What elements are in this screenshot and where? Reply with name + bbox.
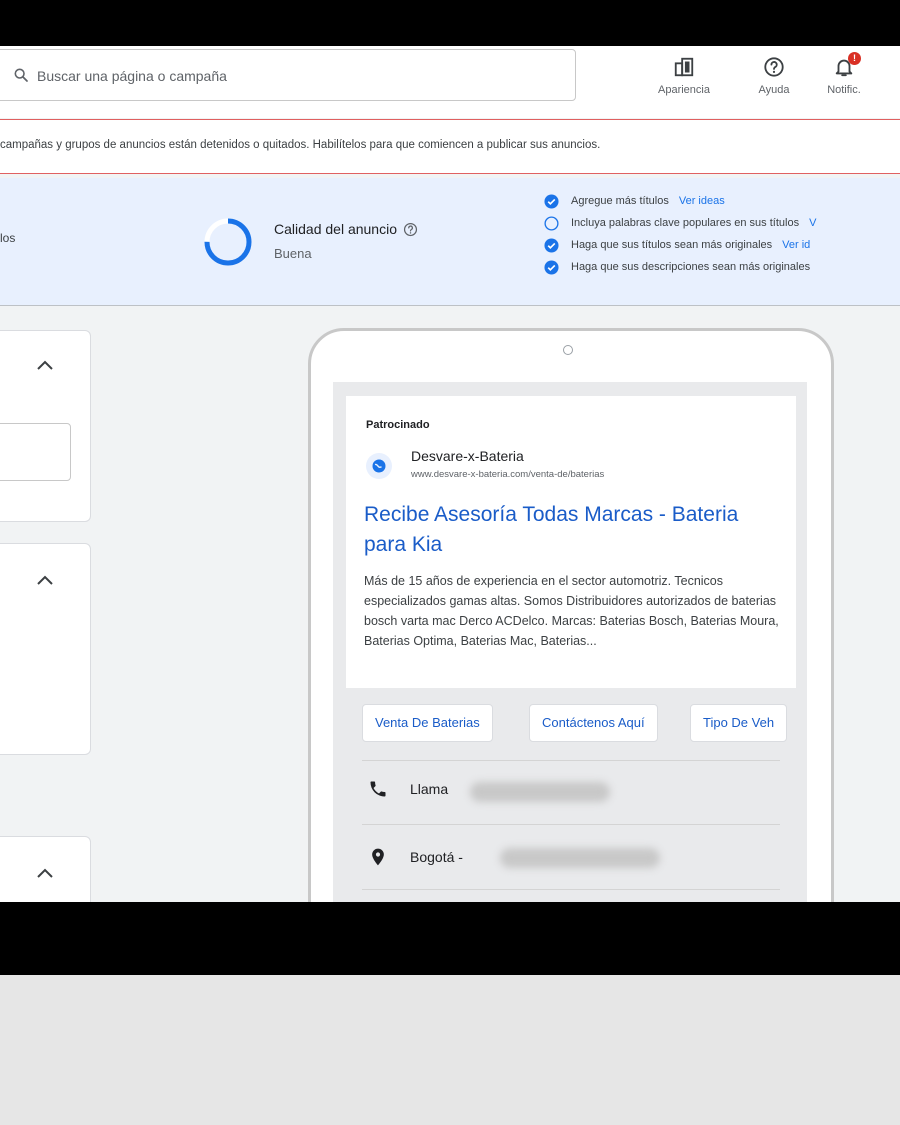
bottom-black-bar (0, 902, 900, 975)
display-url: www.desvare-x-bateria.com/venta-de/bater… (411, 469, 605, 480)
check-circle-icon (544, 237, 559, 253)
notification-badge: ! (848, 52, 861, 65)
sitelink-chip[interactable]: Tipo De Veh (690, 704, 788, 742)
sitelink-chip[interactable]: Venta De Baterias (362, 704, 493, 742)
tip-link[interactable]: V (809, 217, 816, 229)
tip-text: Haga que sus títulos sean más originales (571, 239, 773, 251)
ads-editor-screen: Buscar una página o campaña Apariencia A… (0, 46, 900, 902)
sitelinks-row: Venta De Baterias Contáctenos Aquí Tipo … (346, 688, 796, 758)
ad-quality-banner: los Calidad del anuncio Buena Agregue má… (0, 178, 900, 306)
phone-icon (370, 781, 386, 797)
help-icon[interactable] (403, 222, 418, 237)
appearance-label: Apariencia (658, 84, 710, 96)
search-placeholder: Buscar una página o campaña (37, 68, 227, 84)
call-extension[interactable]: Llama (368, 779, 448, 799)
help-label: Ayuda (758, 84, 790, 96)
advertiser-name: Desvare-x-Bateria (411, 448, 524, 464)
tip-text: Haga que sus descripciones sean más orig… (571, 261, 811, 273)
check-circle-icon (544, 259, 559, 275)
editor-section-panel (0, 543, 91, 755)
location-label: Bogotá - (410, 849, 463, 865)
sponsored-label: Patrocinado (366, 419, 430, 431)
divider (362, 889, 780, 890)
call-label: Llama (410, 781, 449, 797)
top-bar: Buscar una página o campaña Apariencia A… (0, 46, 900, 118)
location-extension[interactable]: Bogotá - (368, 847, 463, 867)
redacted-phone-number (470, 782, 610, 802)
tip-item: Haga que sus descripciones sean más orig… (544, 256, 820, 278)
location-pin-icon (372, 848, 384, 866)
redacted-address (500, 848, 660, 868)
tip-item: Incluya palabras clave populares en sus … (544, 212, 820, 234)
ad-strength-tips: Agregue más títulos Ver ideas Incluya pa… (544, 190, 820, 278)
notifications-label: Notific. (827, 84, 861, 96)
phone-camera (563, 345, 573, 355)
ad-quality-progress-ring (204, 218, 252, 266)
top-black-bar (0, 0, 900, 46)
paused-campaigns-alert: campañas y grupos de anuncios están dete… (0, 119, 900, 174)
empty-circle-icon (544, 215, 559, 231)
check-circle-icon (544, 193, 559, 209)
editor-section-panel (0, 330, 91, 522)
chevron-up-icon[interactable] (36, 359, 54, 371)
divider (362, 760, 780, 761)
help-icon (764, 57, 784, 77)
tip-link[interactable]: Ver id (782, 239, 810, 251)
search-icon (14, 68, 28, 82)
site-favicon (366, 453, 392, 479)
panel-text-field[interactable] (0, 423, 71, 481)
search-input[interactable]: Buscar una página o campaña (0, 49, 576, 101)
ad-quality-value: Buena (274, 246, 312, 261)
ad-quality-title: Calidad del anuncio (274, 221, 418, 237)
chevron-up-icon[interactable] (36, 867, 54, 879)
appearance-button[interactable]: Apariencia (652, 52, 716, 96)
help-button[interactable]: Ayuda (742, 52, 806, 96)
editor-section-panel (0, 836, 91, 902)
tip-item: Agregue más títulos Ver ideas (544, 190, 820, 212)
ad-headline[interactable]: Recibe Asesoría Todas Marcas - Bateria p… (364, 500, 784, 560)
empty-background (0, 975, 900, 1125)
appearance-icon (674, 57, 694, 77)
chevron-up-icon[interactable] (36, 574, 54, 586)
truncated-left-text: los (0, 231, 16, 245)
tip-text: Agregue más títulos (571, 195, 669, 207)
sitelink-chip[interactable]: Contáctenos Aquí (529, 704, 658, 742)
globe-icon (372, 459, 386, 473)
tip-item: Haga que sus títulos sean más originales… (544, 234, 820, 256)
tip-link[interactable]: Ver ideas (679, 195, 725, 207)
ad-description: Más de 15 años de experiencia en el sect… (364, 574, 779, 648)
notifications-button[interactable]: ! Notific. (812, 52, 876, 96)
alert-text: campañas y grupos de anuncios están dete… (0, 139, 601, 151)
tip-text: Incluya palabras clave populares en sus … (571, 217, 800, 229)
divider (362, 824, 780, 825)
